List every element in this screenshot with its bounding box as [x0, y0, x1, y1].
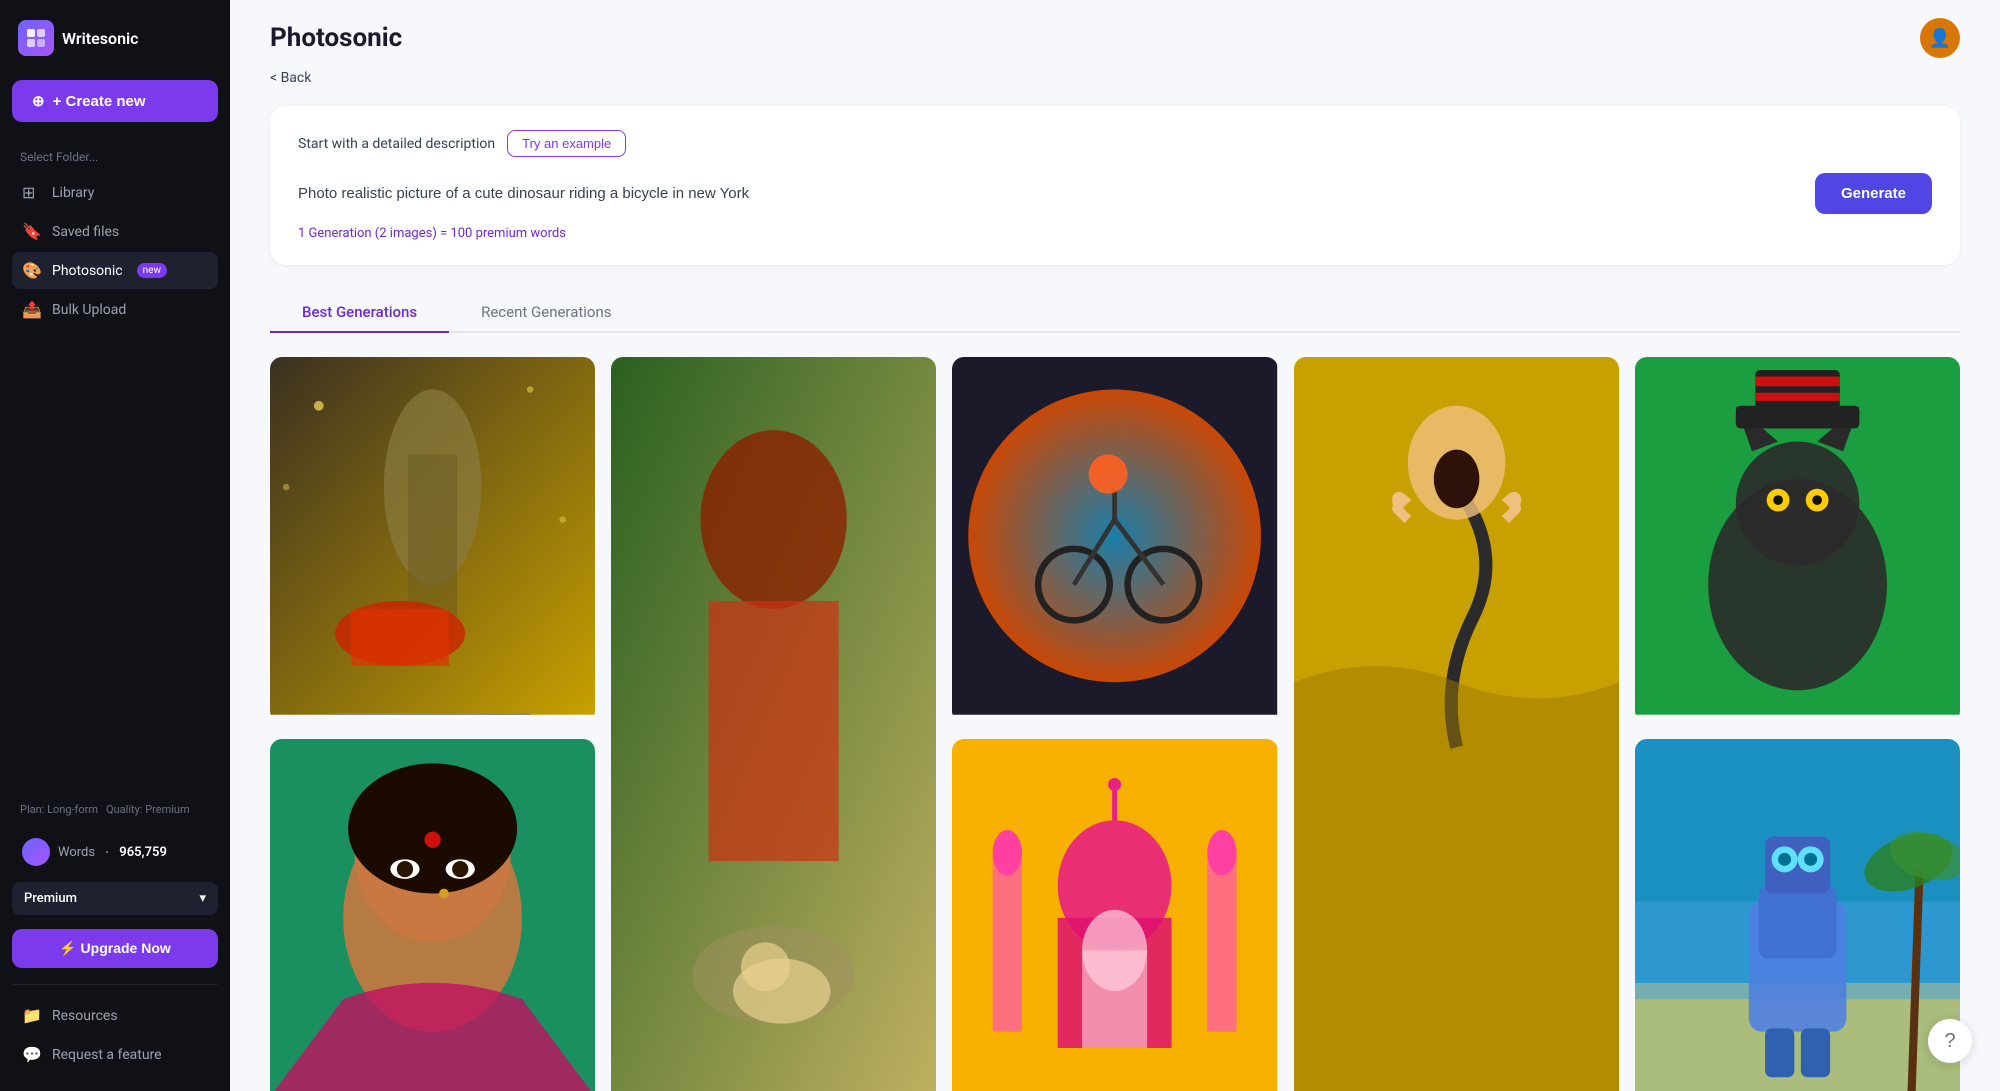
- premium-label: Premium: [24, 891, 77, 906]
- photosonic-icon: 🎨: [22, 261, 42, 280]
- image-item-5[interactable]: [1635, 357, 1960, 723]
- sidebar-item-request-feature[interactable]: 💬 Request a feature: [12, 1036, 218, 1073]
- top-bar: Photosonic 👤: [230, 0, 2000, 70]
- prompt-header: Start with a detailed description Try an…: [298, 130, 1932, 157]
- plan-label: Plan: Long-form: [20, 803, 98, 816]
- prompt-card: Start with a detailed description Try an…: [270, 106, 1960, 265]
- generate-button[interactable]: Generate: [1815, 173, 1932, 214]
- plus-icon: ⊕: [32, 92, 45, 110]
- image-item-2[interactable]: [611, 357, 936, 1091]
- sidebar-item-request-feature-label: Request a feature: [52, 1047, 162, 1063]
- request-feature-icon: 💬: [22, 1045, 42, 1064]
- image-item-3[interactable]: [952, 357, 1277, 723]
- logo-icon: [18, 20, 54, 56]
- sidebar-item-resources[interactable]: 📁 Resources: [12, 997, 218, 1034]
- words-count: 965,759: [119, 845, 167, 860]
- photosonic-badge: new: [137, 263, 167, 278]
- tab-best-generations[interactable]: Best Generations: [270, 293, 449, 333]
- words-row: Words · 965,759: [12, 830, 218, 874]
- logo-text: Writesonic: [62, 29, 139, 48]
- prompt-meta: 1 Generation (2 images) = 100 premium wo…: [298, 226, 1932, 241]
- sidebar-bottom-links: 📁 Resources 💬 Request a feature: [12, 984, 218, 1073]
- sidebar-item-saved-files-label: Saved files: [52, 224, 119, 240]
- words-label: Words: [58, 845, 95, 860]
- image-item-4[interactable]: [1294, 357, 1619, 1091]
- help-icon: ?: [1944, 1030, 1955, 1053]
- saved-files-icon: 🔖: [22, 222, 42, 241]
- user-avatar[interactable]: 👤: [1920, 18, 1960, 58]
- prompt-input-row: Generate: [298, 173, 1932, 214]
- create-new-button[interactable]: ⊕ + Create new: [12, 80, 218, 122]
- sidebar-item-photosonic-label: Photosonic: [52, 263, 123, 279]
- plan-info: Plan: Long-form Quality: Premium: [12, 799, 218, 820]
- sidebar-item-bulk-upload[interactable]: 📤 Bulk Upload: [12, 291, 218, 328]
- sidebar-item-photosonic[interactable]: 🎨 Photosonic new: [12, 252, 218, 289]
- main-content: Photosonic 👤 < Back Start with a detaile…: [230, 0, 2000, 1091]
- image-item-8[interactable]: [952, 739, 1277, 1091]
- image-item-10[interactable]: [1635, 739, 1960, 1091]
- quality-label: Quality: Premium: [106, 803, 190, 816]
- select-folder-label: Select Folder...: [12, 146, 218, 168]
- prompt-input[interactable]: [298, 185, 1803, 202]
- page-title: Photosonic: [270, 23, 402, 53]
- sidebar-item-resources-label: Resources: [52, 1008, 118, 1024]
- sidebar-item-library[interactable]: ⊞ Library: [12, 174, 218, 211]
- back-link[interactable]: < Back: [270, 70, 1960, 86]
- sidebar-item-bulk-upload-label: Bulk Upload: [52, 302, 126, 318]
- logo: Writesonic: [12, 16, 218, 60]
- sidebar: Writesonic ⊕ + Create new Select Folder.…: [0, 0, 230, 1091]
- sidebar-bottom: Plan: Long-form Quality: Premium Words ·…: [12, 799, 218, 1075]
- bulk-upload-icon: 📤: [22, 300, 42, 319]
- tabs-row: Best Generations Recent Generations: [270, 293, 1960, 333]
- upgrade-now-button[interactable]: ⚡ Upgrade Now: [12, 929, 218, 968]
- premium-select[interactable]: Premium ▾: [12, 882, 218, 915]
- image-item-6[interactable]: [270, 739, 595, 1091]
- sidebar-item-saved-files[interactable]: 🔖 Saved files: [12, 213, 218, 250]
- help-button[interactable]: ?: [1928, 1019, 1972, 1063]
- library-icon: ⊞: [22, 183, 42, 202]
- try-example-button[interactable]: Try an example: [507, 130, 626, 157]
- words-avatar: [22, 838, 50, 866]
- sidebar-item-library-label: Library: [52, 185, 94, 201]
- chevron-down-icon: ▾: [199, 891, 206, 906]
- prompt-description-label: Start with a detailed description: [298, 136, 495, 152]
- resources-icon: 📁: [22, 1006, 42, 1025]
- image-item-1[interactable]: [270, 357, 595, 723]
- image-grid: [270, 357, 1960, 1091]
- content-area: < Back Start with a detailed description…: [230, 70, 2000, 1091]
- tab-recent-generations[interactable]: Recent Generations: [449, 293, 643, 333]
